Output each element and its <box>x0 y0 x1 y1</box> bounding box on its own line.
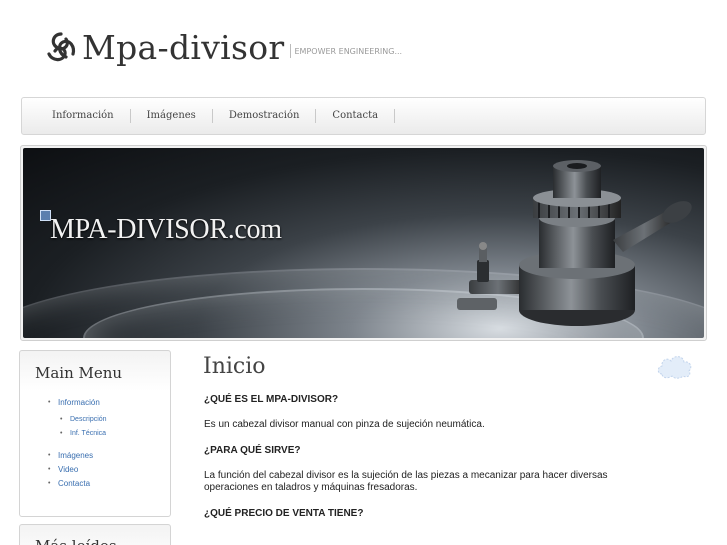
question-heading: ¿PARA QUÉ SIRVE? <box>204 445 301 456</box>
menu-item-video[interactable]: Video <box>48 465 107 479</box>
nav-item-informacion[interactable]: Información <box>36 109 131 123</box>
nav-item-imagenes[interactable]: Imágenes <box>131 109 213 123</box>
page-title: Inicio <box>203 354 266 379</box>
nav-item-contacta[interactable]: Contacta <box>316 109 396 123</box>
menu-item-informacion[interactable]: Información <box>48 398 107 412</box>
nav-item-demostracion[interactable]: Demostración <box>213 109 317 123</box>
mas-leidos-box: Más leídos <box>19 524 171 545</box>
answer-paragraph: Es un cabezal divisor manual con pinza d… <box>204 419 485 430</box>
submenu-item-inf-tecnica[interactable]: Inf. Técnica <box>60 429 107 443</box>
banner-frame: MPA-DIVISOR.com <box>20 145 707 341</box>
banner-title: MPA-DIVISOR.com <box>50 214 282 245</box>
submenu-item-descripcion[interactable]: Descripción <box>60 415 107 429</box>
logo-knot-icon <box>47 32 76 62</box>
mas-leidos-title: Más leídos <box>35 537 117 545</box>
banner-image: MPA-DIVISOR.com <box>23 148 704 338</box>
question-heading: ¿QUÉ ES EL MPA-DIVISOR? <box>204 394 339 405</box>
top-navigation: Información Imágenes Demostración Contac… <box>21 97 706 135</box>
article-body: ¿QUÉ ES EL MPA-DIVISOR? Es un cabezal di… <box>204 394 644 533</box>
menu-item-imagenes[interactable]: Imágenes <box>48 451 107 465</box>
answer-paragraph: La función del cabezal divisor es la suj… <box>204 470 608 493</box>
site-logo[interactable]: Mpa-divisor EMPOWER ENGINEERING... <box>44 26 402 68</box>
main-menu-list: Información Descripción Inf. Técnica Imá… <box>48 398 107 493</box>
submenu-list: Descripción Inf. Técnica <box>60 415 107 443</box>
dividing-head-machine-image <box>457 160 692 326</box>
logo-tagline: EMPOWER ENGINEERING... <box>289 44 402 58</box>
question-heading: ¿QUÉ PRECIO DE VENTA TIENE? <box>204 508 364 519</box>
cloud-icon <box>657 356 692 379</box>
logo-text: Mpa-divisor <box>82 27 285 67</box>
main-menu-title: Main Menu <box>35 364 123 382</box>
menu-item-contacta[interactable]: Contacta <box>48 479 107 493</box>
main-menu-box: Main Menu Información Descripción Inf. T… <box>19 350 171 517</box>
nav-list: Información Imágenes Demostración Contac… <box>22 98 705 134</box>
